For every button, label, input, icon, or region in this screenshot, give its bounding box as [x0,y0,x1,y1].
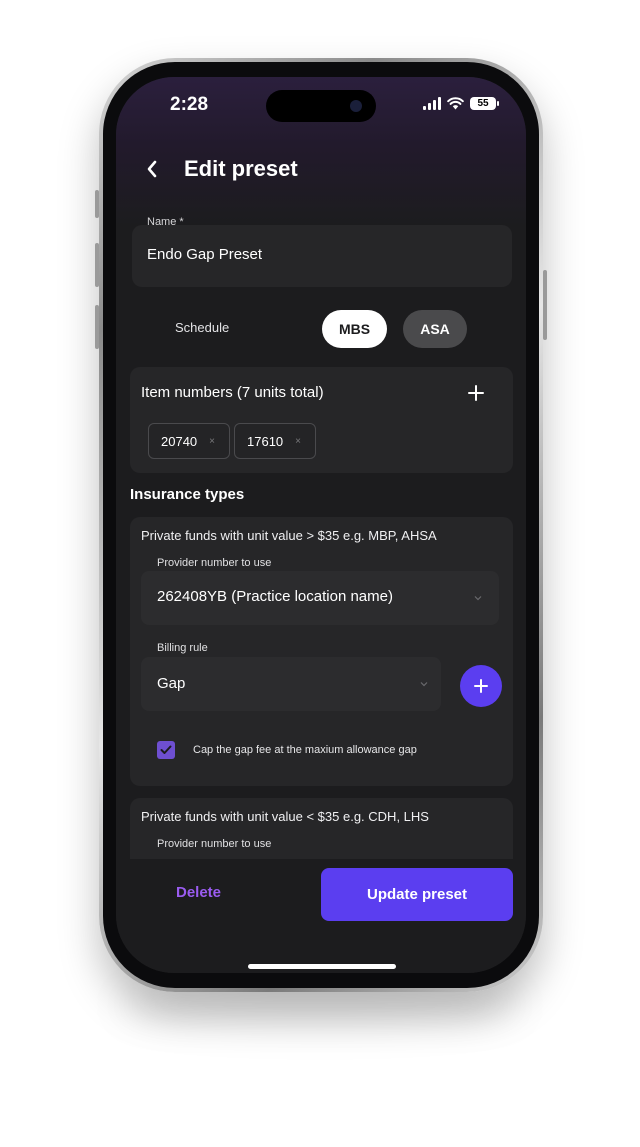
schedule-option-mbs[interactable]: MBS [322,310,387,348]
camera-icon [350,100,362,112]
schedule-option-asa[interactable]: ASA [403,310,467,348]
item-chip[interactable]: 17610 × [234,423,316,459]
add-billing-rule-button[interactable] [460,665,502,707]
page-title: Edit preset [184,156,298,181]
chevron-down-icon [420,682,428,687]
stage: 2:28 55 Edit preset Name * Endo Gap Pres… [0,0,640,1147]
schedule-label: Schedule [175,320,230,335]
page-header: Edit preset [140,155,298,183]
cap-gap-label: Cap the gap fee at the maxium allowance … [193,744,417,756]
billing-rule-value: Gap [157,675,186,692]
power-button [543,270,547,340]
status-time: 2:28 [170,94,209,115]
insurance-type-title: Private funds with unit value < $35 e.g.… [141,809,429,824]
volume-up-button [95,243,99,287]
plus-icon [474,679,488,693]
cellular-signal-icon [423,97,441,110]
chevron-down-icon [474,596,482,601]
silent-switch [95,190,99,218]
billing-rule-label: Billing rule [157,642,208,654]
home-indicator[interactable] [248,964,396,969]
status-icons: 55 [423,97,499,110]
app-screen: 2:28 55 Edit preset Name * Endo Gap Pres… [116,77,526,973]
checkmark-icon [160,745,172,754]
item-chip-code: 17610 [247,433,284,449]
add-item-icon[interactable] [464,381,488,405]
chevron-left-icon [147,160,157,178]
provider-number-label: Provider number to use [157,557,272,569]
insurance-type-title: Private funds with unit value > $35 e.g.… [141,528,437,543]
delete-button[interactable]: Delete [176,884,221,901]
cap-gap-checkbox[interactable] [157,741,175,759]
volume-down-button [95,305,99,349]
provider-number-select[interactable]: 262408YB (Practice location name) [141,571,499,625]
dynamic-island [266,90,376,122]
name-field-label: Name * [147,216,184,228]
insurance-types-title: Insurance types [130,486,245,503]
battery-icon: 55 [470,97,499,110]
wifi-icon [447,97,464,110]
update-preset-button[interactable]: Update preset [321,868,513,921]
item-chip-code: 20740 [161,433,198,449]
provider-number-label: Provider number to use [157,838,272,850]
provider-number-value: 262408YB (Practice location name) [157,588,393,605]
remove-chip-icon[interactable]: × [295,436,301,447]
name-field[interactable]: Name * Endo Gap Preset [132,216,512,287]
name-field-value: Endo Gap Preset [147,246,263,263]
item-numbers-title: Item numbers (7 units total) [141,384,324,401]
item-chip[interactable]: 20740 × [148,423,230,459]
remove-chip-icon[interactable]: × [209,436,215,447]
back-button[interactable] [140,155,164,183]
billing-rule-select[interactable]: Gap [141,657,441,711]
